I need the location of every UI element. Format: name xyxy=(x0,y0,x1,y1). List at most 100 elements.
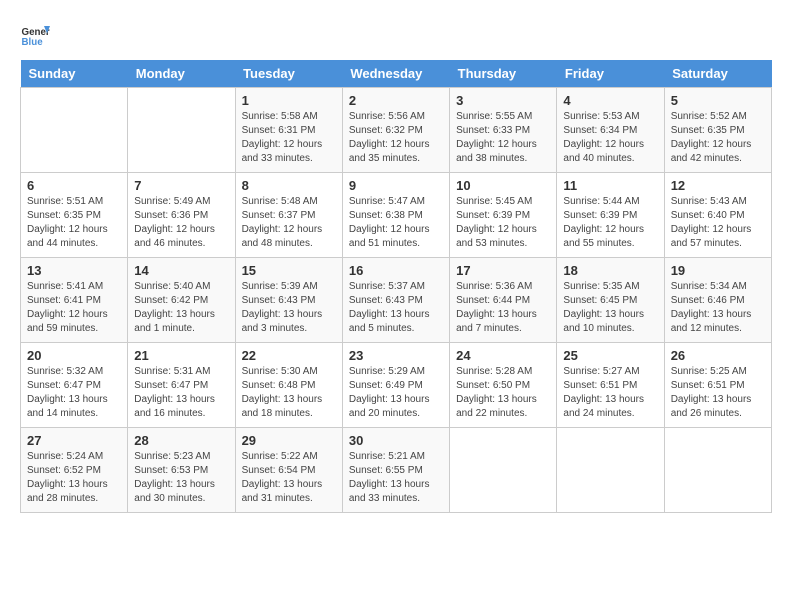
weekday-header-thursday: Thursday xyxy=(450,60,557,88)
calendar-cell: 15 Sunrise: 5:39 AM Sunset: 6:43 PM Dayli… xyxy=(235,258,342,343)
week-row-4: 20 Sunrise: 5:32 AM Sunset: 6:47 PM Dayli… xyxy=(21,343,772,428)
day-number: 15 xyxy=(242,263,336,278)
day-number: 18 xyxy=(563,263,657,278)
calendar-cell: 21Sunrise: 5:31 AM Sunset: 6:47 PM Dayli… xyxy=(128,343,235,428)
day-number: 20 xyxy=(27,348,121,363)
day-number: 19 xyxy=(671,263,765,278)
day-number: 10 xyxy=(456,178,550,193)
day-number: 11 xyxy=(563,178,657,193)
calendar-cell: 3 Sunrise: 5:55 AM Sunset: 6:33 PM Daylig… xyxy=(450,88,557,173)
day-number: 6 xyxy=(27,178,121,193)
calendar-cell: 14 Sunrise: 5:40 AM Sunset: 6:42 PM Dayli… xyxy=(128,258,235,343)
calendar-cell: 6 Sunrise: 5:51 AM Sunset: 6:35 PM Daylig… xyxy=(21,173,128,258)
day-info: Sunrise: 5:44 AM Sunset: 6:39 PM Dayligh… xyxy=(563,195,657,251)
day-number: 23 xyxy=(349,348,443,363)
day-number: 29 xyxy=(242,433,336,448)
day-info: Sunrise: 5:48 AM Sunset: 6:37 PM Dayligh… xyxy=(242,195,336,251)
day-info: Sunrise: 5:27 AM Sunset: 6:51 PM Dayligh… xyxy=(563,365,657,421)
day-number: 22 xyxy=(242,348,336,363)
weekday-header-wednesday: Wednesday xyxy=(342,60,449,88)
week-row-3: 13 Sunrise: 5:41 AM Sunset: 6:41 PM Dayli… xyxy=(21,258,772,343)
week-row-2: 6 Sunrise: 5:51 AM Sunset: 6:35 PM Daylig… xyxy=(21,173,772,258)
day-info: Sunrise: 5:52 AM Sunset: 6:35 PM Dayligh… xyxy=(671,110,765,166)
day-number: 13 xyxy=(27,263,121,278)
day-info: Sunrise: 5:35 AM Sunset: 6:45 PM Dayligh… xyxy=(563,280,657,336)
week-row-1: 1 Sunrise: 5:58 AM Sunset: 6:31 PM Daylig… xyxy=(21,88,772,173)
calendar-cell xyxy=(664,428,771,513)
day-info: Sunrise: 5:32 AM Sunset: 6:47 PM Dayligh… xyxy=(27,365,121,421)
day-info: Sunrise: 5:24 AM Sunset: 6:52 PM Dayligh… xyxy=(27,450,121,506)
week-row-5: 27 Sunrise: 5:24 AM Sunset: 6:52 PM Dayli… xyxy=(21,428,772,513)
day-info: Sunrise: 5:55 AM Sunset: 6:33 PM Dayligh… xyxy=(456,110,550,166)
weekday-header-saturday: Saturday xyxy=(664,60,771,88)
calendar-cell: 30 Sunrise: 5:21 AM Sunset: 6:55 PM Dayli… xyxy=(342,428,449,513)
calendar-cell: 5 Sunrise: 5:52 AM Sunset: 6:35 PM Daylig… xyxy=(664,88,771,173)
calendar-cell: 28 Sunrise: 5:23 AM Sunset: 6:53 PM Dayli… xyxy=(128,428,235,513)
calendar-cell: 9Sunrise: 5:47 AM Sunset: 6:38 PM Daylig… xyxy=(342,173,449,258)
calendar-cell: 2Sunrise: 5:56 AM Sunset: 6:32 PM Daylig… xyxy=(342,88,449,173)
day-info: Sunrise: 5:21 AM Sunset: 6:55 PM Dayligh… xyxy=(349,450,443,506)
day-number: 25 xyxy=(563,348,657,363)
weekday-header-sunday: Sunday xyxy=(21,60,128,88)
day-info: Sunrise: 5:51 AM Sunset: 6:35 PM Dayligh… xyxy=(27,195,121,251)
day-number: 27 xyxy=(27,433,121,448)
day-info: Sunrise: 5:25 AM Sunset: 6:51 PM Dayligh… xyxy=(671,365,765,421)
weekday-header-row: SundayMondayTuesdayWednesdayThursdayFrid… xyxy=(21,60,772,88)
day-info: Sunrise: 5:43 AM Sunset: 6:40 PM Dayligh… xyxy=(671,195,765,251)
calendar-cell: 13 Sunrise: 5:41 AM Sunset: 6:41 PM Dayli… xyxy=(21,258,128,343)
day-number: 3 xyxy=(456,93,550,108)
day-number: 30 xyxy=(349,433,443,448)
calendar-cell: 26 Sunrise: 5:25 AM Sunset: 6:51 PM Dayli… xyxy=(664,343,771,428)
day-info: Sunrise: 5:36 AM Sunset: 6:44 PM Dayligh… xyxy=(456,280,550,336)
calendar-cell: 1 Sunrise: 5:58 AM Sunset: 6:31 PM Daylig… xyxy=(235,88,342,173)
day-info: Sunrise: 5:45 AM Sunset: 6:39 PM Dayligh… xyxy=(456,195,550,251)
day-number: 1 xyxy=(242,93,336,108)
day-number: 17 xyxy=(456,263,550,278)
page-header: General Blue xyxy=(20,20,772,50)
day-info: Sunrise: 5:40 AM Sunset: 6:42 PM Dayligh… xyxy=(134,280,228,336)
calendar-cell: 16 Sunrise: 5:37 AM Sunset: 6:43 PM Dayli… xyxy=(342,258,449,343)
day-number: 28 xyxy=(134,433,228,448)
day-info: Sunrise: 5:34 AM Sunset: 6:46 PM Dayligh… xyxy=(671,280,765,336)
calendar-cell xyxy=(450,428,557,513)
day-info: Sunrise: 5:53 AM Sunset: 6:34 PM Dayligh… xyxy=(563,110,657,166)
calendar-cell xyxy=(128,88,235,173)
day-info: Sunrise: 5:23 AM Sunset: 6:53 PM Dayligh… xyxy=(134,450,228,506)
weekday-header-tuesday: Tuesday xyxy=(235,60,342,88)
day-number: 9 xyxy=(349,178,443,193)
day-number: 14 xyxy=(134,263,228,278)
calendar-cell: 10 Sunrise: 5:45 AM Sunset: 6:39 PM Dayli… xyxy=(450,173,557,258)
day-number: 16 xyxy=(349,263,443,278)
calendar-cell xyxy=(557,428,664,513)
day-info: Sunrise: 5:37 AM Sunset: 6:43 PM Dayligh… xyxy=(349,280,443,336)
calendar-cell xyxy=(21,88,128,173)
day-info: Sunrise: 5:39 AM Sunset: 6:43 PM Dayligh… xyxy=(242,280,336,336)
calendar-cell: 7Sunrise: 5:49 AM Sunset: 6:36 PM Daylig… xyxy=(128,173,235,258)
calendar-cell: 22 Sunrise: 5:30 AM Sunset: 6:48 PM Dayli… xyxy=(235,343,342,428)
logo: General Blue xyxy=(20,20,50,50)
day-info: Sunrise: 5:29 AM Sunset: 6:49 PM Dayligh… xyxy=(349,365,443,421)
day-info: Sunrise: 5:28 AM Sunset: 6:50 PM Dayligh… xyxy=(456,365,550,421)
calendar-cell: 8 Sunrise: 5:48 AM Sunset: 6:37 PM Daylig… xyxy=(235,173,342,258)
svg-text:Blue: Blue xyxy=(22,37,44,48)
calendar-cell: 25 Sunrise: 5:27 AM Sunset: 6:51 PM Dayli… xyxy=(557,343,664,428)
day-number: 24 xyxy=(456,348,550,363)
day-info: Sunrise: 5:49 AM Sunset: 6:36 PM Dayligh… xyxy=(134,195,228,251)
day-info: Sunrise: 5:58 AM Sunset: 6:31 PM Dayligh… xyxy=(242,110,336,166)
calendar-cell: 12Sunrise: 5:43 AM Sunset: 6:40 PM Dayli… xyxy=(664,173,771,258)
day-number: 5 xyxy=(671,93,765,108)
calendar-cell: 19 Sunrise: 5:34 AM Sunset: 6:46 PM Dayli… xyxy=(664,258,771,343)
day-info: Sunrise: 5:22 AM Sunset: 6:54 PM Dayligh… xyxy=(242,450,336,506)
calendar-table: SundayMondayTuesdayWednesdayThursdayFrid… xyxy=(20,60,772,513)
logo-icon: General Blue xyxy=(20,20,50,50)
day-number: 4 xyxy=(563,93,657,108)
day-number: 8 xyxy=(242,178,336,193)
day-info: Sunrise: 5:41 AM Sunset: 6:41 PM Dayligh… xyxy=(27,280,121,336)
calendar-cell: 20 Sunrise: 5:32 AM Sunset: 6:47 PM Dayli… xyxy=(21,343,128,428)
calendar-cell: 27 Sunrise: 5:24 AM Sunset: 6:52 PM Dayli… xyxy=(21,428,128,513)
day-info: Sunrise: 5:31 AM Sunset: 6:47 PM Dayligh… xyxy=(134,365,228,421)
day-number: 26 xyxy=(671,348,765,363)
calendar-cell: 11 Sunrise: 5:44 AM Sunset: 6:39 PM Dayli… xyxy=(557,173,664,258)
day-info: Sunrise: 5:30 AM Sunset: 6:48 PM Dayligh… xyxy=(242,365,336,421)
weekday-header-friday: Friday xyxy=(557,60,664,88)
